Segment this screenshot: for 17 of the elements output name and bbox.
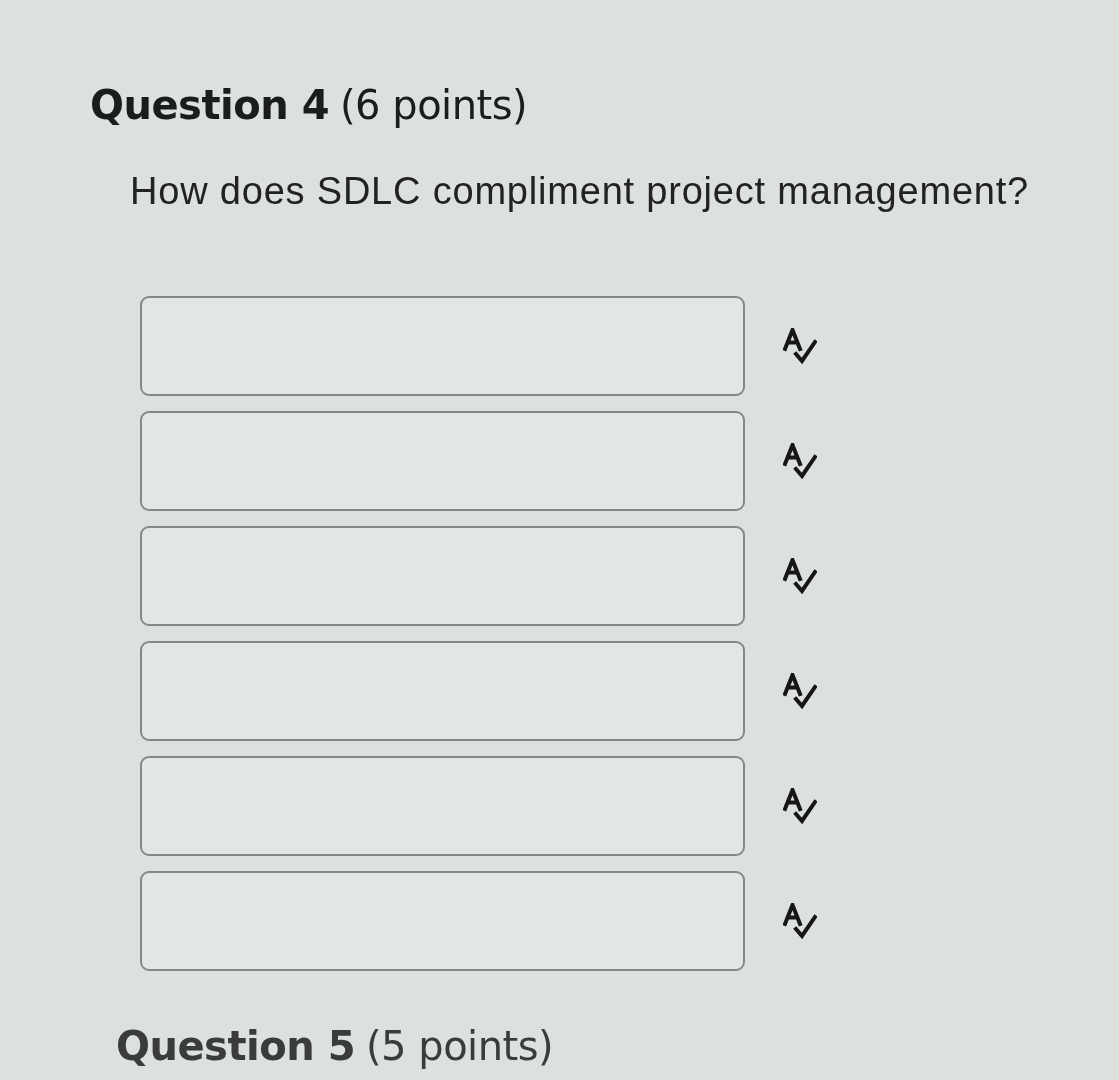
answer-box[interactable] [140, 756, 745, 856]
answer-box[interactable] [140, 641, 745, 741]
points-label: (5 points) [365, 1022, 554, 1071]
spellcheck-icon[interactable] [783, 673, 817, 709]
spellcheck-icon[interactable] [783, 903, 817, 939]
answer-box[interactable] [140, 871, 745, 971]
spellcheck-icon[interactable] [783, 443, 817, 479]
answer-box[interactable] [140, 296, 745, 396]
points-label: (6 points) [339, 81, 528, 130]
question-title: Question 4 [90, 81, 329, 130]
spellcheck-icon[interactable] [783, 558, 817, 594]
spellcheck-icon[interactable] [783, 788, 817, 824]
answer-box[interactable] [140, 526, 745, 626]
question-prompt: How does SDLC compliment project management? [130, 169, 1030, 214]
answer-box[interactable] [140, 411, 745, 511]
spellcheck-icon[interactable] [783, 328, 817, 364]
question-title: Question 5 [116, 1022, 355, 1071]
